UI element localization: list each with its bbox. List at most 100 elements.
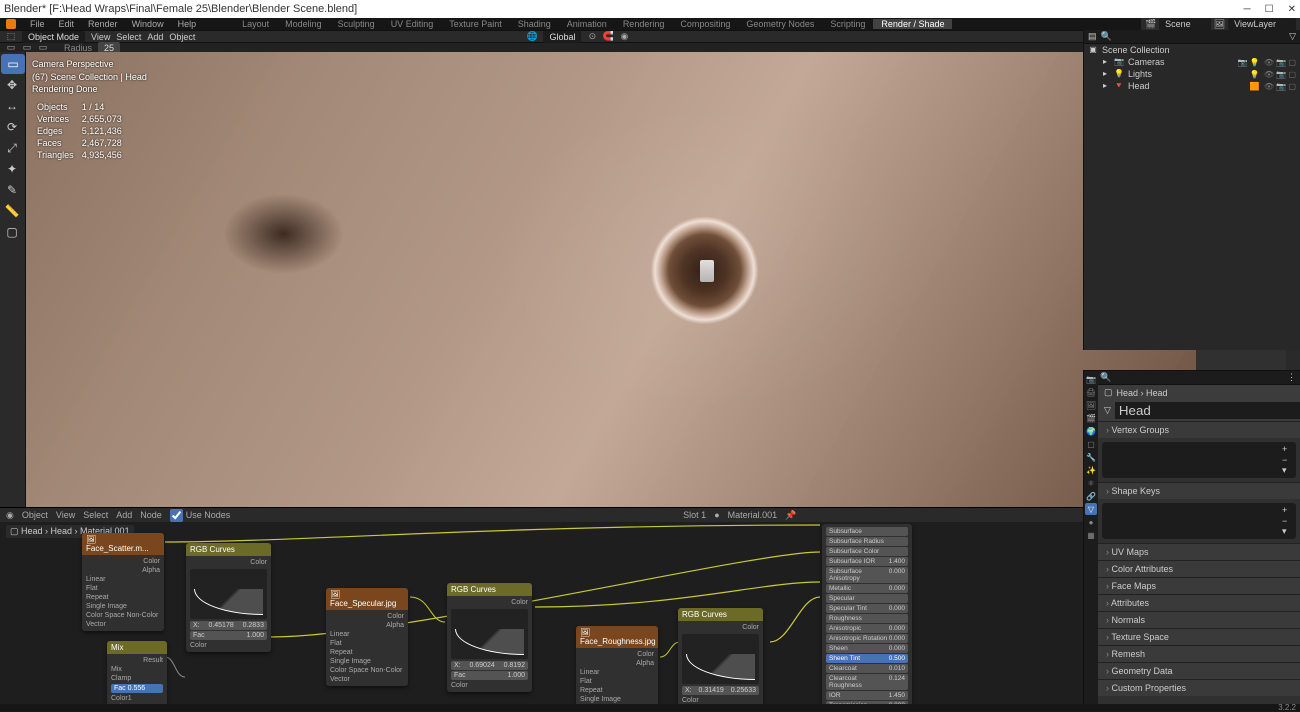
snap-icon[interactable]: 🧲	[603, 32, 613, 42]
use-nodes-toggle[interactable]: Use Nodes	[170, 509, 231, 522]
ptab-viewlayer-icon[interactable]: 🖼	[1085, 399, 1097, 411]
tab-uv[interactable]: UV Editing	[383, 19, 442, 29]
node-object-dropdown[interactable]: Object	[22, 510, 48, 520]
ptab-material-icon[interactable]: ●	[1085, 516, 1097, 528]
nhdr-add[interactable]: Add	[116, 510, 132, 520]
menu-help[interactable]: Help	[178, 19, 197, 29]
ptab-data-icon[interactable]: ▽	[1085, 503, 1097, 515]
sec-face-maps[interactable]: Face Maps	[1098, 578, 1300, 594]
tab-sculpting[interactable]: Sculpting	[330, 19, 383, 29]
tab-layout[interactable]: Layout	[234, 19, 277, 29]
pin-icon[interactable]: 📌	[785, 510, 796, 521]
viewlayer-icon[interactable]: 🖼	[1214, 19, 1225, 30]
sec-uv-maps[interactable]: UV Maps	[1098, 544, 1300, 560]
add-icon[interactable]: +	[1282, 505, 1296, 515]
ptab-scene-icon[interactable]: 🎬	[1085, 412, 1097, 424]
editor-type-icon[interactable]: ⬚	[6, 32, 16, 42]
scene-dropdown[interactable]: Scene	[1159, 18, 1211, 30]
nhdr-view[interactable]: View	[56, 510, 75, 520]
node-rgb-curves-2[interactable]: RGB Curves Color X:0.690240.8192 Fac1.00…	[447, 583, 532, 692]
tool-rotate[interactable]: ⟳	[0, 117, 24, 137]
hdr-select[interactable]: Select	[116, 32, 141, 42]
hdr-add[interactable]: Add	[147, 32, 163, 42]
sec-color-attr[interactable]: Color Attributes	[1098, 561, 1300, 577]
select-box-icon[interactable]: ▭	[6, 43, 16, 53]
hdr-object[interactable]: Object	[169, 32, 195, 42]
nhdr-select[interactable]: Select	[83, 510, 108, 520]
sec-vertex-groups[interactable]: Vertex Groups	[1098, 422, 1300, 438]
menu-icon[interactable]: ▾	[1282, 526, 1296, 537]
select-icon[interactable]: ▭	[22, 43, 32, 53]
node-canvas[interactable]: ▢ Head › Head › Material.001 🖼 Face_Scat…	[0, 508, 1186, 707]
ptab-output-icon[interactable]: 🖨	[1085, 386, 1097, 398]
node-image-scatter[interactable]: 🖼 Face_Scatter.m... Color Alpha Linear F…	[82, 533, 164, 631]
tab-scripting[interactable]: Scripting	[822, 19, 873, 29]
props-options-icon[interactable]: ⋮	[1287, 372, 1296, 383]
menu-file[interactable]: File	[30, 19, 45, 29]
menu-icon[interactable]: ▾	[1282, 465, 1296, 476]
tool-scale[interactable]: ⤢	[0, 138, 24, 158]
tool-transform[interactable]: ✦	[0, 159, 24, 179]
node-rgb-curves-3[interactable]: RGB Curves Color X:0.314190.25633 Color	[678, 608, 763, 707]
tool-move[interactable]: ↔	[0, 96, 24, 116]
tool-measure[interactable]: 📏	[0, 201, 24, 221]
viewlayer-dropdown[interactable]: ViewLayer	[1228, 18, 1296, 30]
sec-shape-keys[interactable]: Shape Keys	[1098, 483, 1300, 499]
ptab-object-icon[interactable]: ▢	[1085, 438, 1097, 450]
menu-edit[interactable]: Edit	[59, 19, 75, 29]
outliner-filter-icon[interactable]: ▤	[1088, 31, 1097, 42]
sec-attributes[interactable]: Attributes	[1098, 595, 1300, 611]
remove-icon[interactable]: −	[1282, 516, 1296, 526]
outliner-tree[interactable]: ▣Scene Collection ▸📷Cameras📷 💡👁 📷 ▢▸💡Lig…	[1084, 44, 1300, 92]
add-icon[interactable]: +	[1282, 444, 1296, 454]
slot-dropdown[interactable]: Slot 1	[683, 510, 706, 520]
filter-icon[interactable]: ▽	[1289, 31, 1296, 42]
menu-window[interactable]: Window	[132, 19, 164, 29]
node-rgb-curves-1[interactable]: RGB Curves Color X:0.451780.2833 Fac1.00…	[186, 543, 271, 652]
menu-render[interactable]: Render	[88, 19, 118, 29]
scene-icon[interactable]: 🎬	[1145, 19, 1156, 30]
ptab-particle-icon[interactable]: ✨	[1085, 464, 1097, 476]
tab-modeling[interactable]: Modeling	[277, 19, 330, 29]
global-icon[interactable]: 🌐	[527, 32, 537, 42]
tool-select-box[interactable]: ▭	[1, 54, 25, 74]
node-image-roughness[interactable]: 🖼 Face_Roughness.jpg Color Alpha Linear …	[576, 626, 658, 707]
outliner-search-input[interactable]	[1116, 32, 1285, 42]
remove-icon[interactable]: −	[1282, 455, 1296, 465]
ptab-render-icon[interactable]: 📷	[1085, 373, 1097, 385]
sec-geodata[interactable]: Geometry Data	[1098, 663, 1300, 679]
maximize-icon[interactable]: ☐	[1265, 4, 1274, 15]
sec-custom-props[interactable]: Custom Properties	[1098, 680, 1300, 696]
tab-compositing[interactable]: Compositing	[672, 19, 738, 29]
mesh-name-field[interactable]	[1115, 402, 1300, 419]
node-mix[interactable]: Mix Result Mix Clamp Fac 0.556 Color1 Co…	[107, 641, 167, 707]
tab-texturepaint[interactable]: Texture Paint	[441, 19, 510, 29]
hdr-view[interactable]: View	[91, 32, 110, 42]
sec-remesh[interactable]: Remesh	[1098, 646, 1300, 662]
material-dropdown[interactable]: Material.001	[728, 510, 778, 520]
ptab-texture-icon[interactable]: ▦	[1085, 529, 1097, 541]
node-principled-bsdf[interactable]: SubsurfaceSubsurface RadiusSubsurface Co…	[822, 524, 912, 707]
3d-viewport[interactable]: Camera Perspective (67) Scene Collection…	[26, 52, 1196, 507]
tab-shading[interactable]: Shading	[510, 19, 559, 29]
ptab-world-icon[interactable]: 🌍	[1085, 425, 1097, 437]
nhdr-node[interactable]: Node	[140, 510, 162, 520]
prop-edit-icon[interactable]: ◉	[619, 32, 629, 42]
node-editor-type-icon[interactable]: ◉	[6, 510, 14, 521]
mat-browse-icon[interactable]: ●	[714, 510, 719, 520]
tab-geonodes[interactable]: Geometry Nodes	[738, 19, 822, 29]
orient-dropdown[interactable]: Global	[543, 31, 581, 43]
close-icon[interactable]: ✕	[1288, 4, 1296, 15]
sec-texspace[interactable]: Texture Space	[1098, 629, 1300, 645]
tab-rendershade[interactable]: Render / Shade	[873, 19, 952, 29]
tool-cursor[interactable]: ✥	[0, 75, 24, 95]
pivot-icon[interactable]: ⊙	[587, 32, 597, 42]
ptab-modifier-icon[interactable]: 🔧	[1085, 451, 1097, 463]
sec-normals[interactable]: Normals	[1098, 612, 1300, 628]
mode-dropdown[interactable]: Object Mode	[22, 31, 85, 43]
tab-animation[interactable]: Animation	[559, 19, 615, 29]
minimize-icon[interactable]: ─	[1244, 4, 1251, 15]
tool-addcube[interactable]: ▢	[0, 222, 24, 242]
props-search-input[interactable]	[1115, 373, 1283, 383]
node-image-specular[interactable]: 🖼 Face_Specular.jpg Color Alpha Linear F…	[326, 588, 408, 686]
